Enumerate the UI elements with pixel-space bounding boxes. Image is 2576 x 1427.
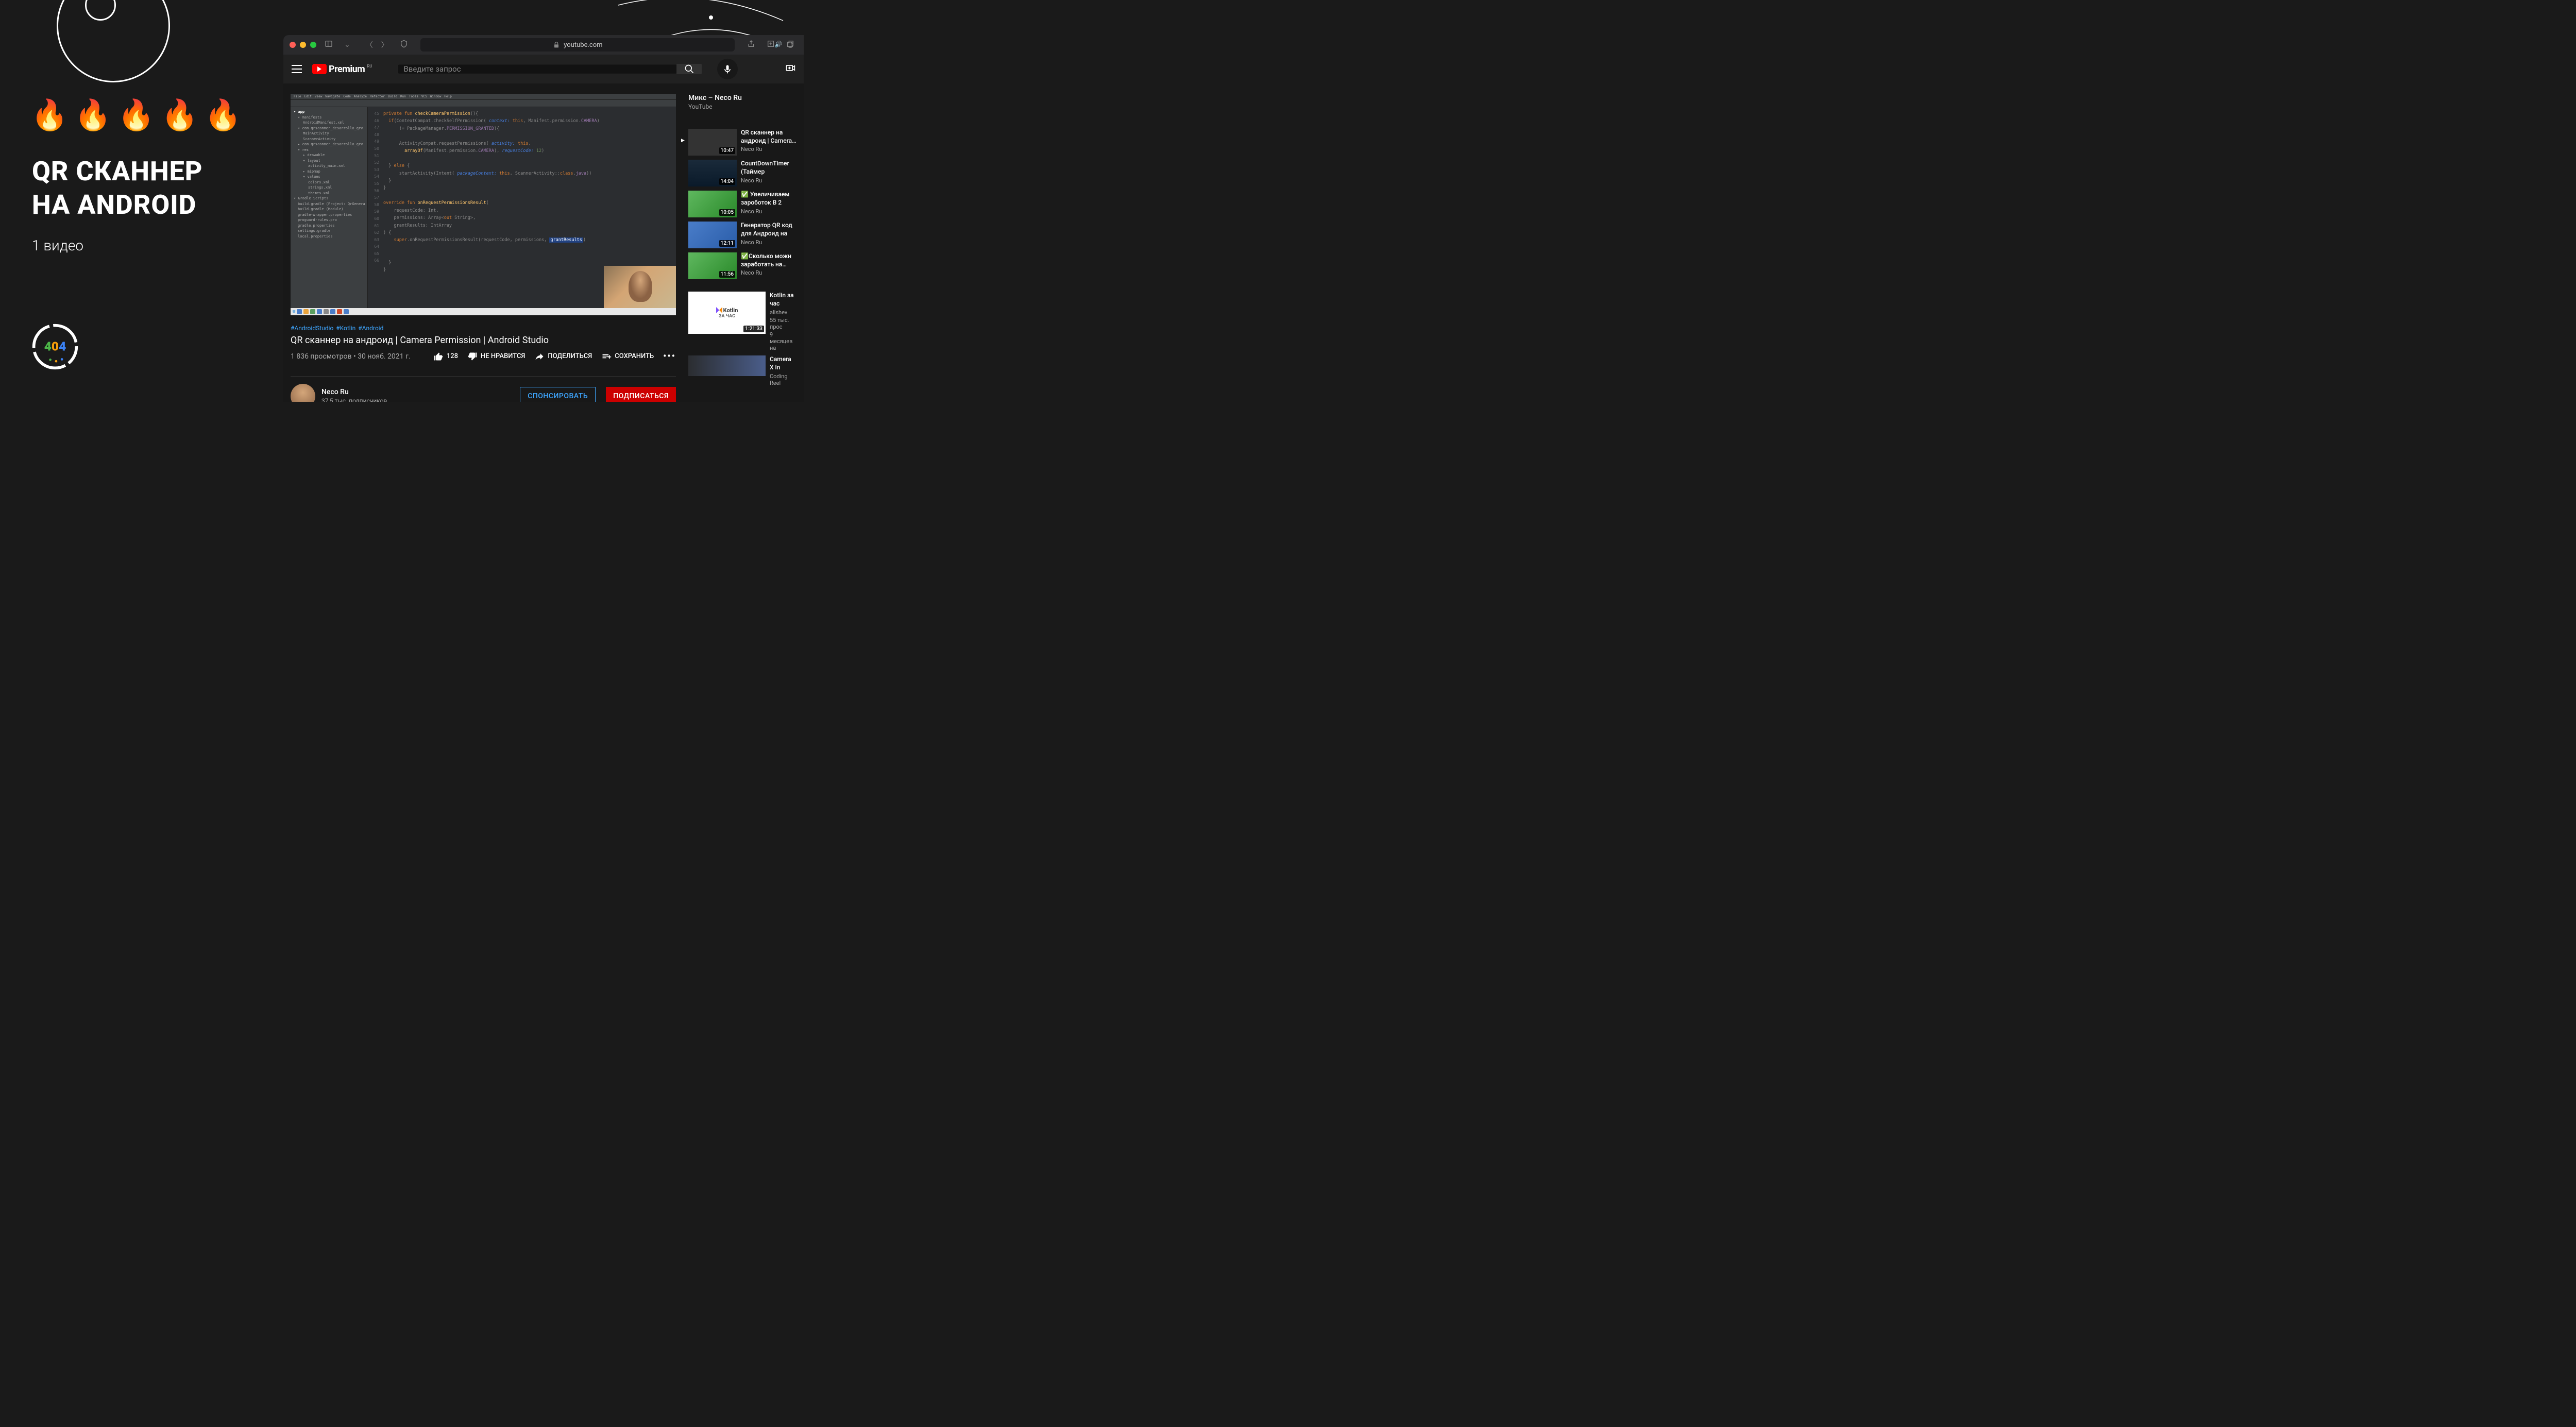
dislike-button[interactable]: НЕ НРАВИТСЯ — [467, 351, 525, 362]
lock-icon — [552, 41, 561, 49]
search-button[interactable] — [677, 64, 702, 74]
browser-toolbar: ⌄ 〈 〉 youtube.com 🔊 — [283, 35, 804, 55]
video-meta-row: 1 836 просмотров • 30 нояб. 2021 г. 128 … — [291, 351, 676, 362]
video-title: QR сканнер на андроид | Camera Permissio… — [291, 335, 676, 346]
thumbs-up-icon — [433, 351, 444, 362]
mix-title: Микс – Neco Ru — [688, 94, 796, 102]
playlist-item[interactable]: 11:56 ✅Сколько можн заработать на…Neco R… — [688, 252, 796, 279]
playlist-add-icon — [601, 351, 612, 362]
channel-name[interactable]: Neco Ru — [321, 388, 514, 396]
svg-text:404: 404 — [44, 339, 66, 354]
video-player[interactable]: FileEditViewNavigateCodeAnalyzeRefactorB… — [291, 94, 676, 315]
playlist-item[interactable]: 14:04 CountDownTimer (Таймер обратног…Ne… — [688, 160, 796, 186]
main-column: FileEditViewNavigateCodeAnalyzeRefactorB… — [291, 94, 676, 402]
save-button[interactable]: СОХРАНИТЬ — [601, 351, 654, 362]
close-window-button[interactable] — [290, 42, 296, 48]
share-button[interactable]: ПОДЕЛИТЬСЯ — [534, 351, 592, 362]
playlist-item[interactable]: 12:11 Генератор QR код для Андроид на K…… — [688, 222, 796, 248]
search-icon — [684, 64, 694, 74]
ide-screenshot: FileEditViewNavigateCodeAnalyzeRefactorB… — [291, 94, 676, 315]
subscribe-button[interactable]: ПОДПИСАТЬСЯ — [606, 387, 676, 402]
safari-window: ⌄ 〈 〉 youtube.com 🔊 — [283, 35, 804, 402]
more-actions-button[interactable]: ••• — [663, 351, 676, 362]
related-video-item[interactable]: Kotlin ЗА ЧАС 1:21:33 Kotlin за час прак… — [688, 292, 796, 351]
voice-search-button[interactable] — [717, 59, 738, 79]
related-column: Микс – Neco Ru YouTube 10:47 QR сканнер … — [688, 94, 796, 402]
create-icon — [785, 63, 795, 73]
dropdown-icon[interactable]: ⌄ — [341, 40, 353, 50]
mix-source: YouTube — [688, 103, 796, 110]
playlist-item[interactable]: 10:47 QR сканнер на андроид | Camera…Nec… — [688, 129, 796, 156]
back-button[interactable]: 〈 — [363, 39, 376, 51]
window-controls — [290, 42, 316, 48]
maximize-window-button[interactable] — [310, 42, 316, 48]
audio-indicator-icon[interactable]: 🔊 — [774, 41, 782, 49]
search-input[interactable]: Введите запрос — [398, 64, 677, 74]
share-arrow-icon — [534, 351, 545, 362]
fire-emoji-row: 🔥🔥🔥🔥🔥 — [31, 98, 248, 133]
microphone-icon — [722, 64, 733, 74]
playlist: 10:47 QR сканнер на андроид | Camera…Nec… — [688, 129, 796, 279]
channel-row: Neco Ru 37,5 тыс. подписчиков СПОНСИРОВА… — [291, 376, 676, 402]
minimize-window-button[interactable] — [300, 42, 306, 48]
video-stats: 1 836 просмотров • 30 нояб. 2021 г. — [291, 352, 411, 361]
channel-avatar[interactable] — [291, 384, 315, 402]
youtube-logo[interactable]: Premium RU — [312, 64, 372, 75]
webcam-overlay — [604, 266, 676, 308]
promo-subtitle: 1 видео — [32, 237, 83, 254]
related-video-item[interactable]: Camera X in Capture, Vid… Coding Reel — [688, 355, 796, 386]
sponsor-button[interactable]: СПОНСИРОВАТЬ — [520, 387, 596, 402]
thumbs-down-icon — [467, 351, 478, 362]
address-text: youtube.com — [564, 41, 602, 49]
promo-title: QR СКАННЕР НА ANDROID — [32, 155, 202, 222]
sidebar-toggle-icon[interactable] — [321, 39, 336, 51]
address-bar[interactable]: youtube.com 🔊 — [420, 38, 735, 52]
logo-404: 404 — [31, 322, 79, 371]
share-icon[interactable] — [744, 39, 758, 51]
playlist-item[interactable]: 10:05 ✅ Увеличиваем зароботок В 2 РАЗ…Ne… — [688, 191, 796, 217]
youtube-play-icon — [312, 64, 327, 74]
like-button[interactable]: 128 — [433, 351, 458, 362]
reload-icon[interactable] — [786, 41, 794, 49]
promo-panel: 🔥🔥🔥🔥🔥 QR СКАННЕР НА ANDROID 1 видео 404 — [0, 0, 278, 402]
youtube-content: FileEditViewNavigateCodeAnalyzeRefactorB… — [283, 83, 804, 402]
windows-taskbar: ⊞ — [291, 308, 676, 315]
menu-button[interactable] — [292, 65, 302, 73]
youtube-header: Premium RU Введите запрос — [283, 55, 804, 83]
create-button[interactable] — [785, 63, 795, 75]
forward-button[interactable]: 〉 — [378, 39, 392, 51]
shield-icon[interactable] — [397, 39, 411, 51]
video-hashtags[interactable]: #AndroidStudio #Kotlin #Android — [291, 325, 676, 332]
channel-subscribers: 37,5 тыс. подписчиков — [321, 397, 514, 402]
